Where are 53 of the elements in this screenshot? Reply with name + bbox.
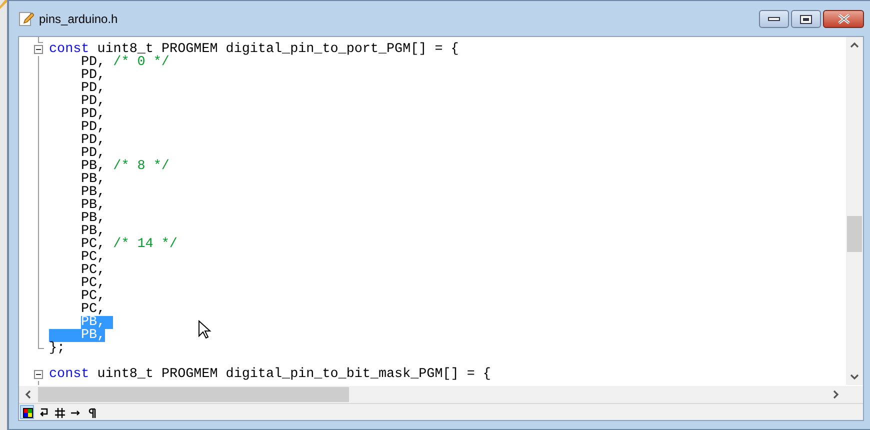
code-text: uint8_t PROGMEM digital_pin_to_bit_mask_PGM[] = { <box>96 368 491 381</box>
selected-code-text: PB, <box>81 329 106 342</box>
code-text: PC, <box>81 238 106 251</box>
code-keyword: const <box>49 43 90 56</box>
mouse-pointer-icon <box>198 320 212 340</box>
code-text: PC, <box>81 277 106 290</box>
code-keyword: const <box>49 368 90 381</box>
hash-button[interactable] <box>52 405 66 419</box>
code-text: PC, <box>81 290 106 303</box>
code-text: }; <box>49 342 66 355</box>
color-squares-button[interactable] <box>20 405 34 419</box>
document-pencil-icon <box>18 10 34 26</box>
code-text: PD, <box>81 95 106 108</box>
selected-code-text: PB, <box>81 316 114 329</box>
code-text: PD, <box>81 69 106 82</box>
code-text: PC, <box>81 264 106 277</box>
code-text: PC, <box>81 251 106 264</box>
code-text: PB, <box>81 199 106 212</box>
collapse-icon[interactable] <box>34 45 43 54</box>
collapse-icon[interactable] <box>34 370 43 379</box>
code-text: uint8_t PROGMEM digital_pin_to_port_PGM[] = { <box>97 43 459 56</box>
hash-icon <box>53 406 65 420</box>
scroll-right-icon <box>833 390 839 399</box>
code-text: PD, <box>81 134 106 147</box>
code-text: PD, <box>81 108 106 121</box>
code-text: PD, <box>81 82 106 95</box>
code-text: PB, <box>81 212 106 225</box>
horizontal-scrollbar[interactable] <box>19 385 863 403</box>
scroll-thumb[interactable] <box>847 216 862 252</box>
code-text: PB, <box>81 160 106 173</box>
code-text: PD, <box>81 121 106 134</box>
code-comment: /* 14 */ <box>113 238 178 251</box>
scroll-up-icon <box>850 42 859 48</box>
vertical-scrollbar[interactable] <box>846 37 863 385</box>
scroll-left-icon <box>25 390 31 399</box>
code-text: PD, <box>81 56 106 69</box>
color-squares-icon <box>21 406 33 420</box>
maximize-button[interactable] <box>791 10 821 28</box>
code-text: PB, <box>81 173 106 186</box>
code-comment: /* 0 */ <box>113 56 170 69</box>
minimize-icon <box>768 17 780 21</box>
code-text: PD, <box>81 147 106 160</box>
close-icon <box>838 14 850 24</box>
code-text: PB, <box>81 186 106 199</box>
window-title: pins_arduino.h <box>39 12 119 26</box>
scroll-down-icon <box>850 374 859 380</box>
close-button[interactable] <box>823 10 864 28</box>
maximize-icon <box>800 14 812 24</box>
code-comment: /* 8 */ <box>113 160 170 173</box>
code-text: PC, <box>81 303 106 316</box>
code-text: PB, <box>81 225 106 238</box>
minimize-button[interactable] <box>759 10 789 28</box>
scroll-thumb[interactable] <box>38 387 349 402</box>
